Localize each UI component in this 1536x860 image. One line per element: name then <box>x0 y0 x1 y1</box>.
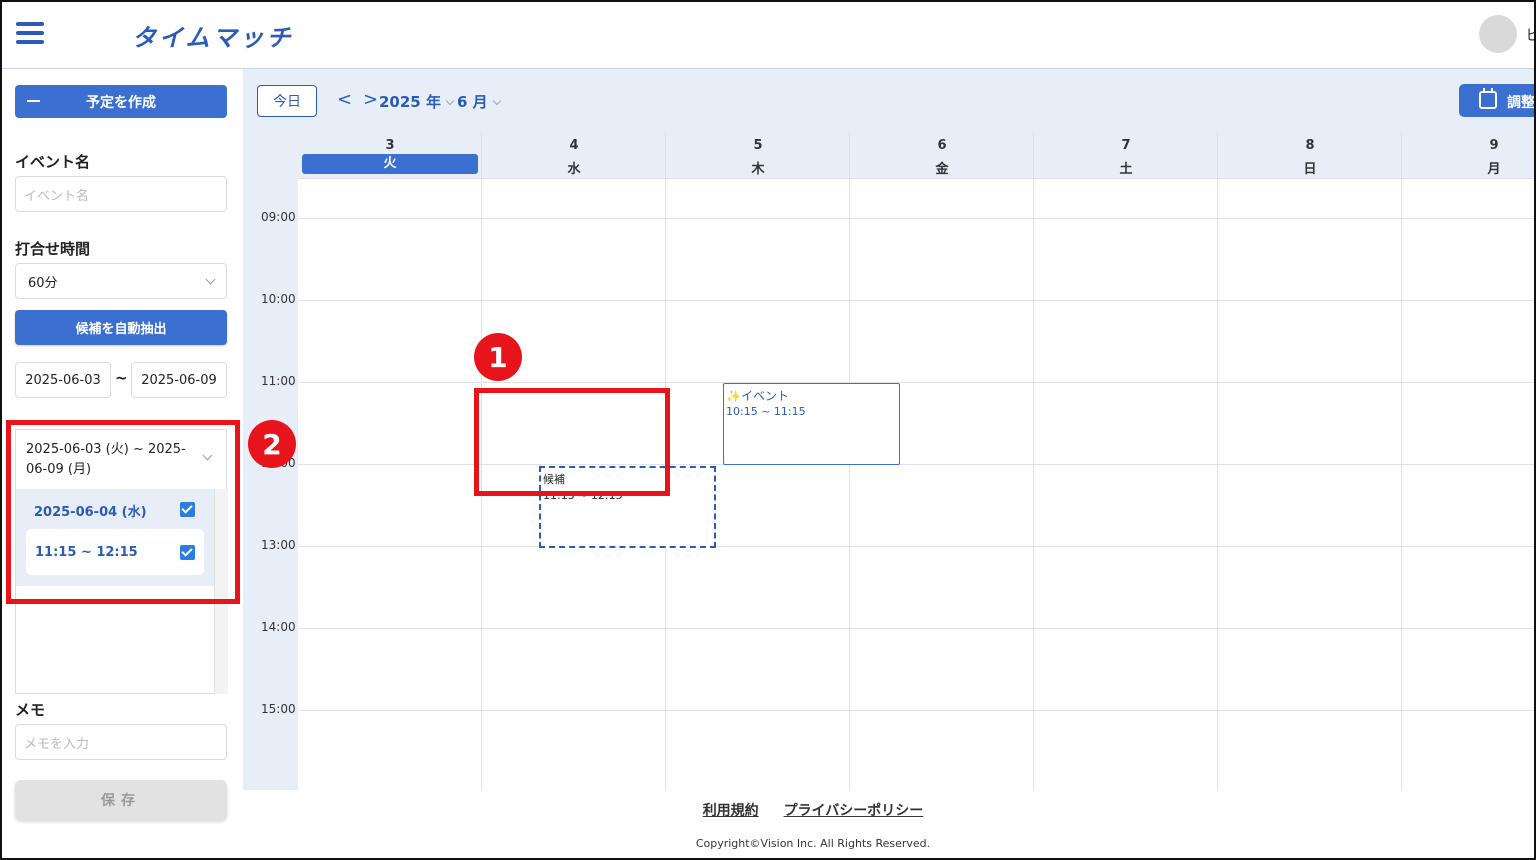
month-select[interactable]: 6 月 <box>457 91 501 112</box>
chevron-down-icon <box>492 96 501 106</box>
year-select[interactable]: 2025 年 <box>379 91 455 112</box>
prev-week-button[interactable]: < <box>337 89 352 110</box>
duration-label: 打合せ時間 <box>15 240 91 258</box>
day-header[interactable]: 9月 <box>1402 132 1536 178</box>
hour-divider <box>298 300 1536 301</box>
day-number: 7 <box>1121 138 1131 153</box>
duration-select[interactable]: 60分 <box>15 263 227 299</box>
memo-label: メモ <box>15 701 46 719</box>
footer-links: 利用規約 プライバシーポリシー <box>243 800 1383 820</box>
privacy-link[interactable]: プライバシーポリシー <box>784 803 924 819</box>
user-name[interactable]: ヒ <box>1525 24 1536 45</box>
event-name-placeholder: イベント名 <box>24 188 90 204</box>
create-event-button[interactable]: 予定を作成 <box>15 85 227 118</box>
auto-extract-button[interactable]: 候補を自動抽出 <box>15 310 227 345</box>
day-number: 5 <box>753 138 763 153</box>
copyright: Copyright©Vision Inc. All Rights Reserve… <box>695 837 931 850</box>
adjust-label: 調整 <box>1507 95 1535 111</box>
annotation-badge-2: 2 <box>248 420 296 468</box>
calendar-icon <box>1479 88 1497 109</box>
day-weekday: 日 <box>1303 162 1317 177</box>
time-label: 11:00 <box>261 374 296 388</box>
time-label: 09:00 <box>261 210 296 224</box>
calendar-event[interactable]: ✨イベント 10:15 ~ 11:15 <box>723 383 900 465</box>
day-header[interactable]: 7土 <box>1034 132 1218 178</box>
hour-divider <box>298 218 1536 219</box>
annotation-badge-1: 1 <box>474 333 522 381</box>
event-name-label: イベント名 <box>15 153 91 171</box>
create-event-label: 予定を作成 <box>86 94 156 111</box>
event-title: ✨イベント <box>726 389 789 403</box>
save-button[interactable]: 保存 <box>15 780 227 820</box>
day-weekday: 水 <box>567 162 581 177</box>
year-label: 2025 年 <box>379 93 441 111</box>
minus-icon <box>27 100 40 102</box>
day-number: 4 <box>569 138 579 153</box>
month-label: 6 月 <box>457 93 488 111</box>
day-header[interactable]: 3火 <box>298 132 482 178</box>
hour-divider <box>298 382 1536 383</box>
annotation-box-2 <box>6 420 240 604</box>
app-logo[interactable]: タイムマッチ <box>132 18 294 53</box>
day-weekday: 火 <box>302 154 478 174</box>
day-header[interactable]: 4水 <box>482 132 666 178</box>
duration-value: 60分 <box>28 275 58 291</box>
day-header[interactable]: 6金 <box>850 132 1034 178</box>
app-header: タイムマッチ ヒ <box>0 0 1536 69</box>
day-header[interactable]: 5木 <box>666 132 850 178</box>
hour-divider <box>298 178 1536 179</box>
day-divider <box>1401 132 1402 790</box>
chevron-down-icon <box>205 274 216 284</box>
hour-divider <box>298 546 1536 547</box>
day-divider <box>1217 132 1218 790</box>
day-weekday: 木 <box>751 162 765 177</box>
hour-divider <box>298 710 1536 711</box>
next-week-button[interactable]: > <box>363 89 378 110</box>
event-time: 10:15 ~ 11:15 <box>726 405 806 418</box>
day-number: 9 <box>1489 138 1499 153</box>
calendar-area: 今日 < > 2025 年 6 月 調整 3火4水5木6金7土8日9月 ✨イベン… <box>243 69 1536 790</box>
chevron-down-icon <box>445 96 455 106</box>
time-label: 15:00 <box>261 702 296 716</box>
day-number: 6 <box>937 138 947 153</box>
avatar[interactable] <box>1479 15 1517 53</box>
day-header[interactable]: 8日 <box>1218 132 1402 178</box>
event-name-input[interactable]: イベント名 <box>15 176 227 212</box>
range-start-input[interactable]: 2025-06-03 <box>15 362 111 398</box>
range-separator: ~ <box>115 369 128 387</box>
adjust-button[interactable]: 調整 <box>1459 84 1536 117</box>
annotation-box-1 <box>474 388 670 496</box>
hour-divider <box>298 628 1536 629</box>
time-label: 13:00 <box>261 538 296 552</box>
menu-icon[interactable] <box>16 22 44 46</box>
time-label: 10:00 <box>261 292 296 306</box>
day-weekday: 土 <box>1119 162 1133 177</box>
day-weekday: 金 <box>935 162 949 177</box>
today-button[interactable]: 今日 <box>257 85 317 117</box>
footer: 利用規約 プライバシーポリシー Copyright©Vision Inc. Al… <box>243 790 1536 860</box>
day-divider <box>1033 132 1034 790</box>
terms-link[interactable]: 利用規約 <box>703 803 759 819</box>
day-number: 8 <box>1305 138 1315 153</box>
day-weekday: 月 <box>1487 162 1501 177</box>
range-end-input[interactable]: 2025-06-09 <box>131 362 227 398</box>
day-number: 3 <box>385 138 395 153</box>
memo-input[interactable]: メモを入力 <box>15 724 227 760</box>
memo-placeholder: メモを入力 <box>24 736 90 752</box>
time-label: 14:00 <box>261 620 296 634</box>
